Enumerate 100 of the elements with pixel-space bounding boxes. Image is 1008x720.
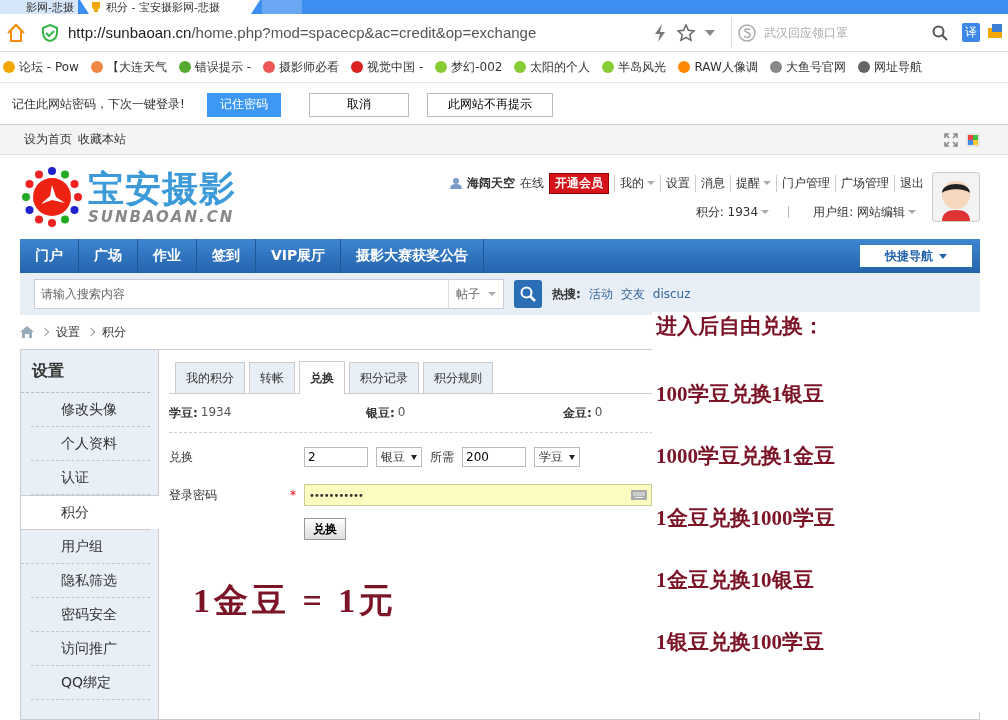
annotation-text: 1金豆 = 1元 [193, 581, 398, 621]
s-logo-icon [738, 23, 756, 42]
shield-icon [42, 23, 58, 42]
balance-value: 0 [397, 404, 406, 421]
tab[interactable]: 积分规则 [423, 362, 493, 393]
site-link[interactable]: 设为首页 [24, 131, 72, 148]
bookmark[interactable]: 错误提示 - [177, 58, 252, 76]
lightning-icon [653, 23, 667, 42]
vip-button[interactable]: 开通会员 [549, 172, 609, 194]
bookmark[interactable]: 半岛风光 [601, 58, 667, 76]
sidebar-title: 设置 [21, 350, 150, 393]
tab[interactable]: 兑换 [299, 361, 345, 394]
user-menu-link[interactable]: 消息 [695, 174, 725, 192]
fullscreen-icon [944, 132, 958, 147]
balance-label: 银豆: [366, 404, 395, 422]
form-label: 登录密码 [169, 486, 218, 504]
annotation-heading: 进入后自由兑换： [656, 313, 825, 340]
balance-value: 1934 [200, 404, 232, 421]
breadcrumb-link[interactable]: 积分 [102, 323, 126, 341]
annotation-text: 1金豆兑换1000学豆 [656, 505, 836, 532]
user-menu-link[interactable]: 设置 [660, 174, 690, 192]
translate-button[interactable]: 译 [962, 23, 980, 42]
bookmark[interactable]: 视觉中国 - [350, 58, 424, 76]
avatar[interactable] [932, 171, 980, 222]
type-select[interactable]: 帖子 [448, 279, 504, 309]
bookmark-icon [177, 60, 192, 74]
user-menu-link[interactable]: 广场管理 [835, 174, 889, 192]
logo-emblem-icon [22, 166, 82, 227]
home-icon [20, 326, 34, 338]
sidebar-item[interactable]: 积分 [21, 495, 159, 529]
amount-field[interactable]: 2 [304, 447, 368, 467]
form-label: 兑换 [169, 448, 194, 466]
password-field[interactable]: ••••••••••• [304, 484, 652, 506]
caret-icon [705, 29, 715, 36]
search-icon [520, 286, 536, 302]
bookmark[interactable]: 【大连天气 [89, 58, 167, 76]
user-menu-link[interactable]: 退出 [894, 174, 924, 192]
bookmark-icon [2, 60, 16, 74]
trophy-icon [90, 2, 102, 12]
sidebar-item[interactable]: 个人资料 [31, 427, 150, 461]
bookmark[interactable]: RAW人像调 [677, 58, 758, 76]
sidebar-item[interactable]: QQ绑定 [31, 666, 150, 700]
user-icon [450, 177, 462, 189]
home-icon [6, 22, 26, 43]
unit-select[interactable]: 银豆 [376, 447, 422, 467]
bookmark[interactable]: 太阳的个人 [513, 58, 591, 76]
bookmark[interactable]: 论坛 - Pow [2, 58, 79, 76]
quick-nav-button[interactable]: 快捷导航 [860, 245, 972, 267]
bookmark-icon [768, 60, 783, 74]
hot-search-link[interactable]: 活动 [588, 285, 613, 303]
sidebar-item[interactable]: 密码安全 [31, 598, 150, 632]
bookmark-icon [350, 60, 365, 74]
username-link[interactable]: 海阔天空 [467, 174, 515, 192]
logo-subtitle: SUNBAOAN.CN [88, 208, 235, 225]
prompt-button[interactable]: 此网站不再提示 [426, 92, 553, 117]
search-field[interactable]: 武汉回应领口罩 [762, 24, 926, 41]
tab[interactable]: 积分记录 [349, 362, 419, 393]
browser-tab[interactable]: 积分 - 宝安摄影网-悲摄 [80, 0, 260, 14]
hot-search-link[interactable]: discuz [652, 287, 691, 301]
balance-label: 学豆: [169, 404, 198, 422]
user-menu-link[interactable]: 门户管理 [776, 174, 830, 192]
user-menu-link[interactable]: 提醒 [730, 174, 771, 192]
prompt-button[interactable]: 取消 [308, 92, 409, 117]
bookmark-icon [677, 60, 692, 74]
online-status: 在线 [520, 174, 544, 192]
sidebar-item[interactable]: 用户组 [21, 529, 150, 564]
exchange-button[interactable]: 兑换 [304, 518, 346, 540]
search-field[interactable]: 请输入搜索内容 [34, 279, 448, 309]
breadcrumb-link[interactable]: 设置 [56, 323, 80, 341]
annotation-text: 1银豆兑换100学豆 [656, 629, 825, 656]
annotation-text: 1000学豆兑换1金豆 [656, 443, 836, 470]
star-icon [677, 23, 695, 42]
user-menu-link[interactable]: 我的 [614, 174, 655, 192]
cost-unit-select[interactable]: 学豆 [534, 447, 580, 467]
bookmark[interactable]: 摄影师必看 [262, 58, 340, 76]
bookmark-icon [89, 60, 104, 74]
keyboard-icon [631, 490, 647, 500]
sidebar-item[interactable]: 隐私筛选 [31, 564, 150, 598]
hot-search-label: 热搜: [552, 285, 581, 303]
sidebar-item[interactable]: 修改头像 [31, 393, 150, 427]
bookmark-icon [262, 60, 277, 74]
bookmark-icon [513, 60, 528, 74]
browser-tab[interactable]: 影网-悲摄 [0, 0, 78, 14]
tab[interactable]: 我的积分 [175, 362, 245, 393]
site-link[interactable]: 收藏本站 [78, 131, 126, 148]
bookmark[interactable]: 网址导航 [856, 58, 922, 76]
bookmark[interactable]: 梦幻-002 [434, 58, 503, 76]
balance-value: 0 [594, 404, 603, 421]
tab[interactable]: 转帐 [249, 362, 295, 393]
bookmark[interactable]: 大鱼号官网 [768, 58, 846, 76]
hot-search-link[interactable]: 交友 [620, 285, 645, 303]
bookmark-icon [434, 60, 449, 74]
user-group-link[interactable]: 用户组: 网站编辑 [808, 203, 916, 221]
sidebar-item[interactable]: 访问推广 [31, 632, 150, 666]
points-link[interactable]: 积分: 1934 [690, 203, 770, 221]
palette-icon [966, 132, 980, 147]
prompt-message: 记住此网站密码，下次一键登录! [12, 96, 185, 113]
cost-field[interactable]: 200 [462, 447, 526, 467]
address-field[interactable]: http://sunbaoan.cn/home.php?mod=spacecp&ac=credit&op=exchange [34, 17, 723, 48]
search-button[interactable] [514, 280, 542, 308]
